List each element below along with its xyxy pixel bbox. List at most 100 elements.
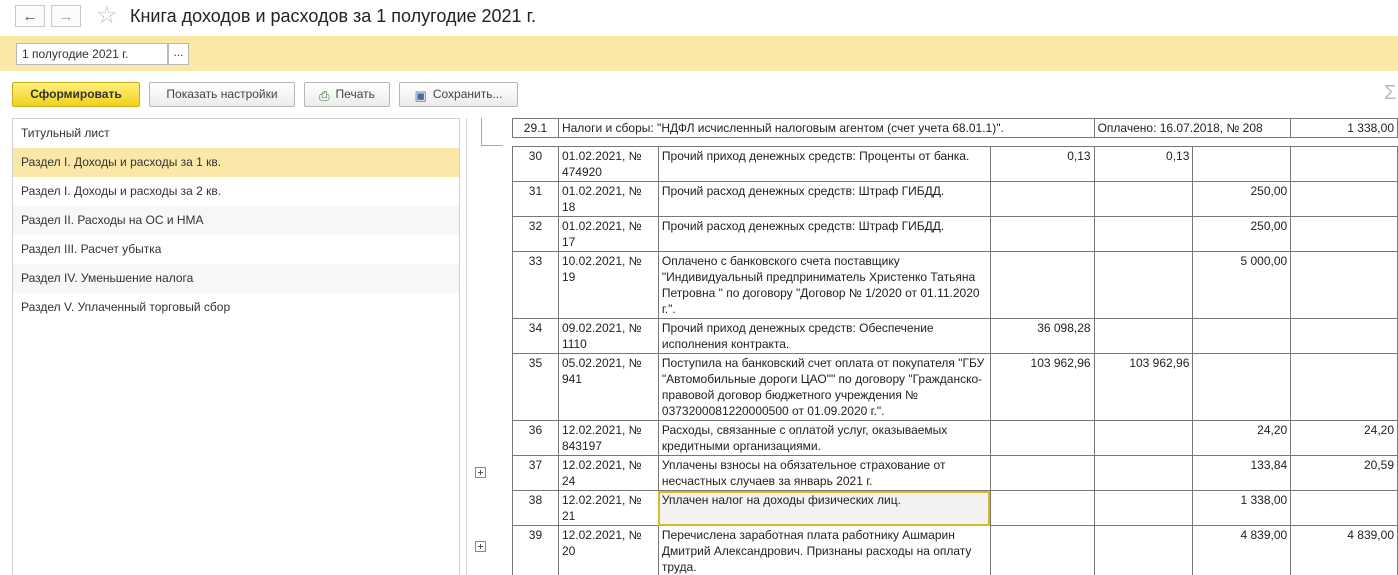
row-expense-all: 24,20 bbox=[1192, 420, 1292, 456]
table-row: 38 12.02.2021, № 21 Уплачен налог на дох… bbox=[512, 490, 1398, 526]
section-item-title-page[interactable]: Титульный лист bbox=[13, 119, 459, 148]
row-income-tax bbox=[1093, 525, 1194, 575]
row-expense-all: 133,84 bbox=[1192, 455, 1292, 491]
row-income-tax bbox=[1093, 455, 1194, 491]
row-expense-tax bbox=[1290, 146, 1398, 182]
page-title: Книга доходов и расходов за 1 полугодие … bbox=[130, 6, 536, 26]
period-field[interactable]: 1 полугодие 2021 г. bbox=[16, 43, 168, 65]
floppy-disk-icon: ▣ bbox=[414, 88, 427, 103]
row-number: 31 bbox=[512, 181, 559, 217]
row-expense-tax bbox=[1290, 251, 1398, 319]
row-expense-all: 1 338,00 bbox=[1192, 490, 1292, 526]
row-content: Оплачено с банковского счета поставщику … bbox=[657, 251, 991, 319]
row-document: 01.02.2021, № 18 bbox=[557, 181, 659, 217]
expand-group-icon[interactable] bbox=[475, 541, 486, 552]
row-expense-tax bbox=[1290, 318, 1398, 354]
row-expense-all bbox=[1192, 353, 1292, 421]
table-row: 33 10.02.2021, № 19 Оплачено с банковско… bbox=[512, 251, 1398, 319]
forward-button[interactable]: → bbox=[51, 5, 81, 27]
save-button-label: Сохранить... bbox=[432, 87, 503, 101]
table-row: 32 01.02.2021, № 17 Прочий расход денежн… bbox=[512, 216, 1398, 252]
row-income-all: 103 962,96 bbox=[989, 353, 1095, 421]
report-table: 29.1 Налоги и сборы: "НДФЛ исчисленный н… bbox=[512, 118, 1398, 575]
row-content: Расходы, связанные с оплатой услуг, оказ… bbox=[657, 420, 991, 456]
table-row: 31 01.02.2021, № 18 Прочий расход денежн… bbox=[512, 181, 1398, 217]
expand-group-icon[interactable] bbox=[475, 467, 486, 478]
row-expense-all bbox=[1192, 146, 1292, 182]
sum-icon[interactable]: Σ bbox=[1384, 82, 1396, 105]
row-document: 12.02.2021, № 843197 bbox=[557, 420, 659, 456]
row-income-tax: 0,13 bbox=[1093, 146, 1194, 182]
row-content: Уплачены взносы на обязательное страхова… bbox=[657, 455, 991, 491]
row-content: Перечислена заработная плата работнику А… bbox=[657, 525, 991, 575]
row-income-all bbox=[989, 525, 1095, 575]
table-row: 30 01.02.2021, № 474920 Прочий приход де… bbox=[512, 146, 1398, 182]
row-expense-all: 250,00 bbox=[1192, 216, 1292, 252]
section-item-income-q2[interactable]: Раздел I. Доходы и расходы за 2 кв. bbox=[13, 177, 459, 206]
table-row: 35 05.02.2021, № 941 Поступила на банков… bbox=[512, 353, 1398, 421]
row-income-all bbox=[989, 181, 1095, 217]
row-expense-tax: 24,20 bbox=[1290, 420, 1398, 456]
row-income-tax: 103 962,96 bbox=[1093, 353, 1194, 421]
period-bar bbox=[0, 36, 1398, 71]
row-number: 38 bbox=[512, 490, 559, 526]
row-document: 09.02.2021, № 1110 bbox=[557, 318, 659, 354]
save-button[interactable]: ▣ Сохранить... bbox=[399, 82, 518, 107]
row-expense-tax bbox=[1290, 181, 1398, 217]
row-content: Прочий расход денежных средств: Штраф ГИ… bbox=[657, 216, 991, 252]
row-expense-tax: 20,59 bbox=[1290, 455, 1398, 491]
arrow-left-icon: ← bbox=[22, 8, 38, 25]
section-item-loss[interactable]: Раздел III. Расчет убытка bbox=[13, 235, 459, 264]
row-document: 05.02.2021, № 941 bbox=[557, 353, 659, 421]
section-item-fixed-assets[interactable]: Раздел II. Расходы на ОС и НМА bbox=[13, 206, 459, 235]
row-document: 10.02.2021, № 19 bbox=[557, 251, 659, 319]
row-content: Прочий приход денежных средств: Обеспече… bbox=[657, 318, 991, 354]
show-settings-button[interactable]: Показать настройки bbox=[149, 82, 295, 107]
row-number: 39 bbox=[512, 525, 559, 575]
print-button-label: Печать bbox=[335, 87, 375, 101]
row-content: Прочий расход денежных средств: Штраф ГИ… bbox=[657, 181, 991, 217]
section-item-trade-fee[interactable]: Раздел V. Уплаченный торговый сбор bbox=[13, 293, 459, 322]
row-income-all bbox=[989, 216, 1095, 252]
row-content: Прочий приход денежных средств: Проценты… bbox=[657, 146, 991, 182]
panel-splitter[interactable] bbox=[466, 118, 467, 575]
row-number: 30 bbox=[512, 146, 559, 182]
title-bar: ← → ☆ Книга доходов и расходов за 1 полу… bbox=[0, 0, 1398, 36]
row-content: Поступила на банковский счет оплата от п… bbox=[657, 353, 991, 421]
row-income-all bbox=[989, 420, 1095, 456]
row-document: 12.02.2021, № 20 bbox=[557, 525, 659, 575]
row-document: 01.02.2021, № 17 bbox=[557, 216, 659, 252]
table-row: 37 12.02.2021, № 24 Уплачены взносы на о… bbox=[512, 455, 1398, 491]
row-payment: Оплачено: 16.07.2018, № 208 bbox=[1093, 118, 1292, 138]
table-row: 34 09.02.2021, № 1110 Прочий приход дене… bbox=[512, 318, 1398, 354]
report-sheet: 29.1 Налоги и сборы: "НДФЛ исчисленный н… bbox=[512, 118, 1398, 575]
row-number: 37 bbox=[512, 455, 559, 491]
selected-cell[interactable]: Уплачен налог на доходы физических лиц. bbox=[657, 490, 991, 526]
table-row: 39 12.02.2021, № 20 Перечислена заработн… bbox=[512, 525, 1398, 575]
print-button[interactable]: ⎙ Печать bbox=[304, 82, 390, 107]
row-document: 12.02.2021, № 21 bbox=[557, 490, 659, 526]
star-icon[interactable]: ☆ bbox=[96, 2, 118, 30]
group-line bbox=[481, 118, 482, 145]
group-rail bbox=[481, 118, 503, 575]
back-button[interactable]: ← bbox=[15, 5, 45, 27]
generate-button[interactable]: Сформировать bbox=[12, 82, 140, 107]
section-item-tax-reduction[interactable]: Раздел IV. Уменьшение налога bbox=[13, 264, 459, 293]
row-amount: 1 338,00 bbox=[1290, 118, 1398, 138]
printer-icon: ⎙ bbox=[319, 88, 330, 103]
period-picker-button[interactable]: ... bbox=[168, 43, 189, 65]
row-number: 35 bbox=[512, 353, 559, 421]
row-income-all bbox=[989, 455, 1095, 491]
row-document: 12.02.2021, № 24 bbox=[557, 455, 659, 491]
sections-list: Титульный лист Раздел I. Доходы и расход… bbox=[12, 118, 460, 575]
row-number: 32 bbox=[512, 216, 559, 252]
row-expense-all: 250,00 bbox=[1192, 181, 1292, 217]
row-number: 36 bbox=[512, 420, 559, 456]
row-income-all: 0,13 bbox=[989, 146, 1095, 182]
group-line-end bbox=[481, 145, 503, 146]
section-item-income-q1[interactable]: Раздел I. Доходы и расходы за 1 кв. bbox=[13, 148, 459, 177]
row-expense-all: 5 000,00 bbox=[1192, 251, 1292, 319]
arrow-right-icon: → bbox=[58, 8, 74, 25]
row-income-all bbox=[989, 251, 1095, 319]
table-row-header: 29.1 Налоги и сборы: "НДФЛ исчисленный н… bbox=[512, 118, 1398, 138]
